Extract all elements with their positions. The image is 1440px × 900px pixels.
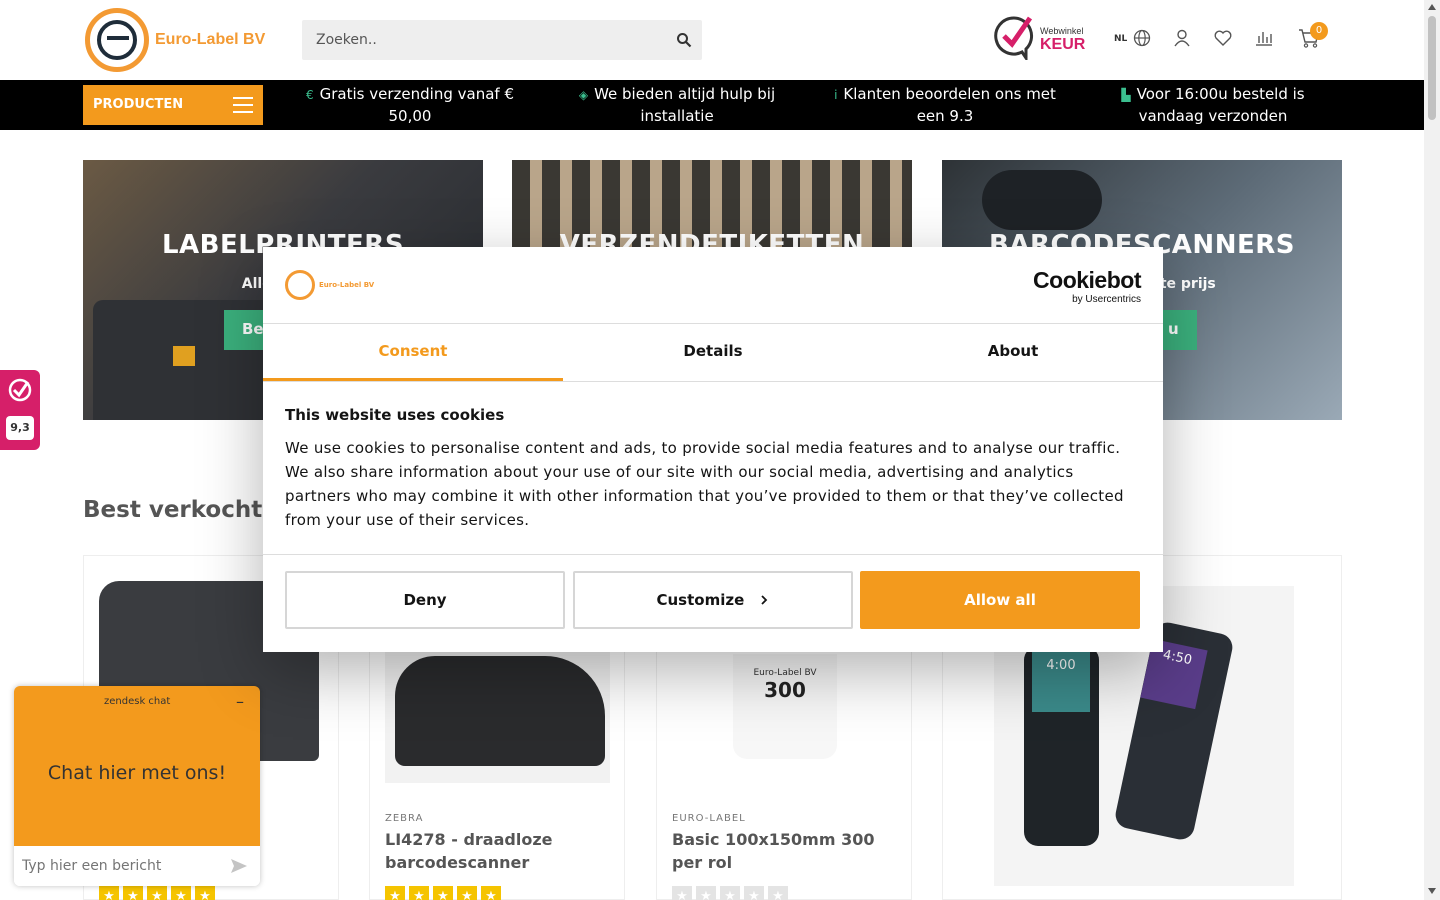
chat-heading[interactable]: Chat hier met ons! [14,762,260,784]
keur-check-icon [8,378,32,402]
usp-item: ◈ We bieden altijd hulp bij installatie [567,84,787,127]
star-icon: ★ [744,886,764,900]
product-brand: ZEBRA [385,813,424,824]
roll-brand: Euro-Label BV [753,668,817,678]
star-icon: ★ [99,886,119,900]
products-menu-button[interactable]: PRODUCTEN [83,85,263,125]
star-icon: ★ [457,886,477,900]
scrollbar-thumb[interactable] [1428,16,1436,120]
star-icon: ★ [171,886,191,900]
dialog-header: Euro-Label BV Cookiebot by Usercentrics [263,247,1163,324]
dialog-heading: This website uses cookies [285,406,505,424]
dialog-text: We use cookies to personalise content an… [285,439,1124,529]
customize-button[interactable]: Customize [573,571,853,629]
site-logo[interactable]: Euro-Label BV [85,8,265,72]
usp-item: ▙ Voor 16:00u besteld is vandaag verzonde… [1112,84,1314,127]
dialog-body: This website uses cookies We use cookies… [263,382,1163,555]
products-menu-label: PRODUCTEN [93,97,184,112]
euro-icon: € [306,88,314,102]
cookiebot-logo[interactable]: Cookiebot by Usercentrics [1033,267,1141,305]
chat-brand: zendesk chat [104,696,171,707]
page-scrollbar[interactable] [1424,0,1440,900]
info-icon: i [834,88,838,102]
product-image: Euro-Label BV 300 [733,654,837,759]
tab-details[interactable]: Details [563,324,863,381]
chat-input-row [14,846,260,886]
user-icon[interactable] [1172,28,1192,48]
customize-label: Customize [656,591,745,609]
chat-widget: zendesk chat – Chat hier met ons! [14,686,260,886]
webwinkel-keur-side-badge[interactable]: 9,3 [0,370,40,450]
allow-all-button[interactable]: Allow all [860,571,1140,629]
star-icon: ★ [385,886,405,900]
usp-item: i Klanten beoordelen ons met een 9.3 [822,84,1068,127]
roll-count: 300 [764,678,806,702]
star-icon: ★ [696,886,716,900]
minimize-icon[interactable]: – [236,692,244,711]
logo-mark-icon [85,8,149,72]
printer-button-image [173,346,195,366]
cookiebot-brand: Cookiebot [1033,267,1141,293]
logo-mark-icon [285,270,315,300]
star-icon: ★ [123,886,143,900]
search-icon[interactable] [676,32,692,48]
send-icon[interactable] [230,858,248,874]
product-name[interactable]: Basic 100x150mm 300 per rol [672,828,897,874]
usp-item: € Gratis verzending vanaf € 50,00 [295,84,525,127]
usp-text: Klanten beoordelen ons met een 9.3 [843,85,1056,125]
star-icon: ★ [720,886,740,900]
compare-icon[interactable] [1254,28,1274,48]
usp-text: Gratis verzending vanaf € 50,00 [319,85,514,125]
star-icon: ★ [195,886,215,900]
cookiebot-byline: by Usercentrics [1072,294,1141,305]
usp-text: Voor 16:00u besteld is vandaag verzonden [1136,85,1305,125]
tab-about[interactable]: About [863,324,1163,381]
site-header: Euro-Label BV Webwinkel KEUR NL [0,0,1424,80]
truck-icon: ▙ [1121,88,1131,102]
chat-message-input[interactable] [14,846,214,886]
dialog-logo: Euro-Label BV [285,270,374,300]
scroll-up-arrow-icon[interactable] [1428,4,1436,10]
cart-count-badge: 0 [1310,22,1328,40]
product-rating: ★ ★ ★ ★ ★ [385,886,505,900]
globe-icon[interactable] [1132,28,1152,48]
search-bar [302,20,702,60]
hamburger-icon [233,97,253,113]
device-screen-time: 4:00 [1032,652,1090,712]
deny-button[interactable]: Deny [285,571,565,629]
rating-score: 9,3 [6,416,34,440]
star-icon: ★ [147,886,167,900]
shield-icon: ◈ [578,88,589,102]
product-rating: ★ ★ ★ ★ ★ [99,886,219,900]
star-icon: ★ [768,886,788,900]
keur-label-small: Webwinkel [1040,26,1084,36]
keur-checkmark-icon [994,16,1034,63]
usp-text: We bieden altijd hulp bij installatie [594,85,776,125]
star-icon: ★ [409,886,429,900]
cookie-consent-dialog: Euro-Label BV Cookiebot by Usercentrics … [263,247,1163,652]
star-icon: ★ [433,886,453,900]
search-input[interactable] [302,20,662,60]
logo-text: Euro-Label BV [155,31,266,48]
best-sellers-title: Best verkochte [83,497,278,523]
chevron-right-icon [760,595,767,605]
chat-header: zendesk chat – Chat hier met ons! [14,686,260,846]
heart-icon[interactable] [1213,28,1233,48]
scroll-down-arrow-icon[interactable] [1428,888,1436,894]
scanner-image [982,170,1102,230]
hero-subtitle: este prijs [1142,276,1216,292]
dialog-tabs: Consent Details About [263,324,1163,382]
dialog-logo-text: Euro-Label BV [319,281,375,289]
product-brand: EURO-LABEL [672,813,746,824]
webwinkel-keur-logo[interactable]: Webwinkel KEUR [992,14,1088,63]
star-icon: ★ [672,886,692,900]
language-code[interactable]: NL [1114,34,1127,44]
tab-consent[interactable]: Consent [263,324,563,381]
product-name[interactable]: LI4278 - draadloze barcodescanner [385,828,610,874]
dialog-buttons: Deny Customize Allow all [285,571,1141,629]
product-rating: ★ ★ ★ ★ ★ [672,886,792,900]
star-icon: ★ [481,886,501,900]
keur-label-big: KEUR [1040,36,1086,53]
